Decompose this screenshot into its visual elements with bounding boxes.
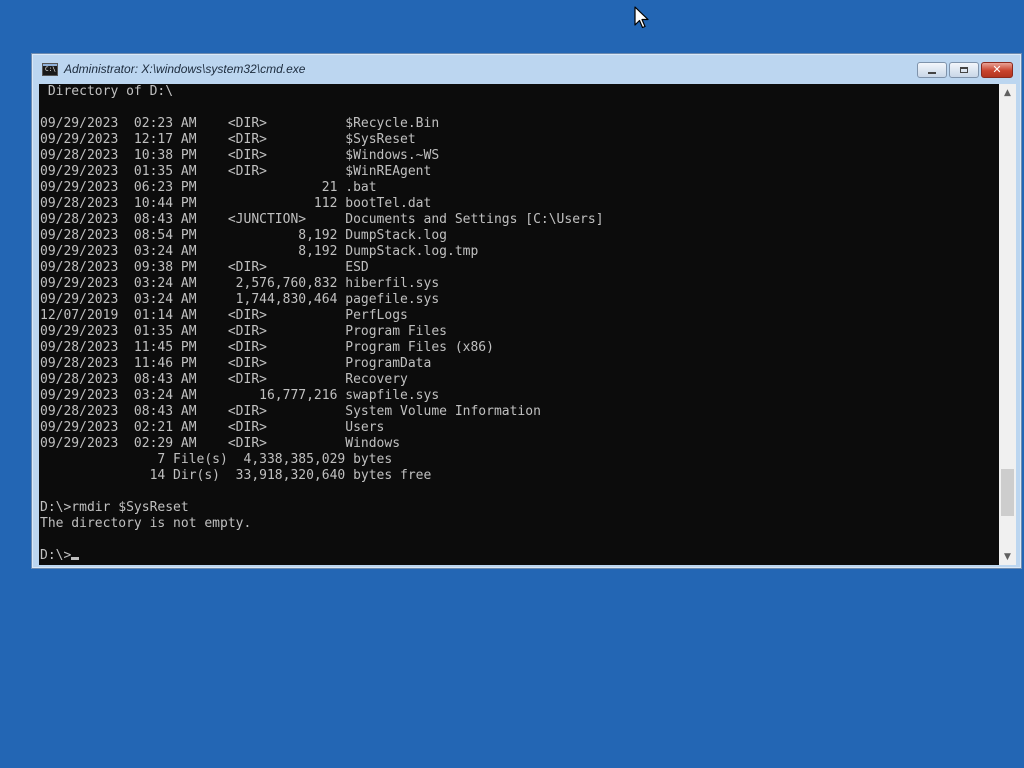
console-line: 09/29/2023 03:24 AM 2,576,760,832 hiberf… <box>40 276 440 291</box>
window-controls: ✕ <box>917 62 1013 78</box>
console-line: The directory is not empty. <box>40 516 252 531</box>
console-text: Directory of D:\ 09/29/2023 02:23 AM <DIR… <box>39 84 999 564</box>
console-line: 09/29/2023 01:35 AM <DIR> $WinREAgent <box>40 164 432 179</box>
prompt-text: D:\> <box>40 548 72 563</box>
console-line: 09/29/2023 02:21 AM <DIR> Users <box>40 420 385 435</box>
scroll-up-button[interactable]: ▲ <box>999 84 1016 101</box>
maximize-button[interactable] <box>949 62 979 78</box>
console-line: 09/28/2023 08:43 AM <JUNCTION> Documents… <box>40 212 604 227</box>
scrollbar-thumb[interactable] <box>1001 469 1014 516</box>
console-line: 09/29/2023 12:17 AM <DIR> $SysReset <box>40 132 416 147</box>
console-line: 09/29/2023 06:23 PM 21 .bat <box>40 180 377 195</box>
console-output[interactable]: Directory of D:\ 09/29/2023 02:23 AM <DIR… <box>39 84 999 565</box>
title-bar[interactable]: C:\ Administrator: X:\windows\system32\c… <box>32 54 1021 84</box>
console-line: 09/29/2023 01:35 AM <DIR> Program Files <box>40 324 447 339</box>
console-line: 09/28/2023 08:54 PM 8,192 DumpStack.log <box>40 228 447 243</box>
console-line: 09/29/2023 02:29 AM <DIR> Windows <box>40 436 401 451</box>
console-line: 09/29/2023 03:24 AM 1,744,830,464 pagefi… <box>40 292 440 307</box>
vertical-scrollbar[interactable]: ▲ ▼ <box>999 84 1016 565</box>
console-line: D:\>rmdir $SysReset <box>40 500 189 515</box>
console-line: 12/07/2019 01:14 AM <DIR> PerfLogs <box>40 308 408 323</box>
console-line: 09/29/2023 02:23 AM <DIR> $Recycle.Bin <box>40 116 440 131</box>
cmd-icon: C:\ <box>42 62 58 76</box>
cmd-window: C:\ Administrator: X:\windows\system32\c… <box>31 53 1022 569</box>
maximize-icon <box>960 67 968 73</box>
console-line: 09/28/2023 11:46 PM <DIR> ProgramData <box>40 356 432 371</box>
mouse-pointer-icon <box>634 6 649 29</box>
text-cursor <box>71 557 80 560</box>
console-line: 09/28/2023 09:38 PM <DIR> ESD <box>40 260 369 275</box>
console-line: 09/28/2023 10:38 PM <DIR> $Windows.~WS <box>40 148 440 163</box>
console-line: Directory of D:\ <box>40 84 174 99</box>
console-line: 09/28/2023 11:45 PM <DIR> Program Files … <box>40 340 494 355</box>
console-line: 09/29/2023 03:24 AM 8,192 DumpStack.log.… <box>40 244 479 259</box>
console-line: 14 Dir(s) 33,918,320,640 bytes free <box>40 468 432 483</box>
close-icon: ✕ <box>992 63 1002 76</box>
close-button[interactable]: ✕ <box>981 62 1013 78</box>
scroll-down-button[interactable]: ▼ <box>999 548 1016 565</box>
chevron-up-icon: ▲ <box>1004 87 1011 98</box>
console-line: 09/28/2023 08:43 AM <DIR> Recovery <box>40 372 408 387</box>
chevron-down-icon: ▼ <box>1004 551 1011 562</box>
command-prompt[interactable]: D:\> <box>40 548 999 564</box>
minimize-icon <box>928 71 936 74</box>
console-line: 7 File(s) 4,338,385,029 bytes <box>40 452 393 467</box>
console-line: 09/28/2023 08:43 AM <DIR> System Volume … <box>40 404 541 419</box>
console-line: 09/28/2023 10:44 PM 112 bootTel.dat <box>40 196 432 211</box>
minimize-button[interactable] <box>917 62 947 78</box>
window-title: Administrator: X:\windows\system32\cmd.e… <box>64 62 306 76</box>
console-line: 09/29/2023 03:24 AM 16,777,216 swapfile.… <box>40 388 440 403</box>
